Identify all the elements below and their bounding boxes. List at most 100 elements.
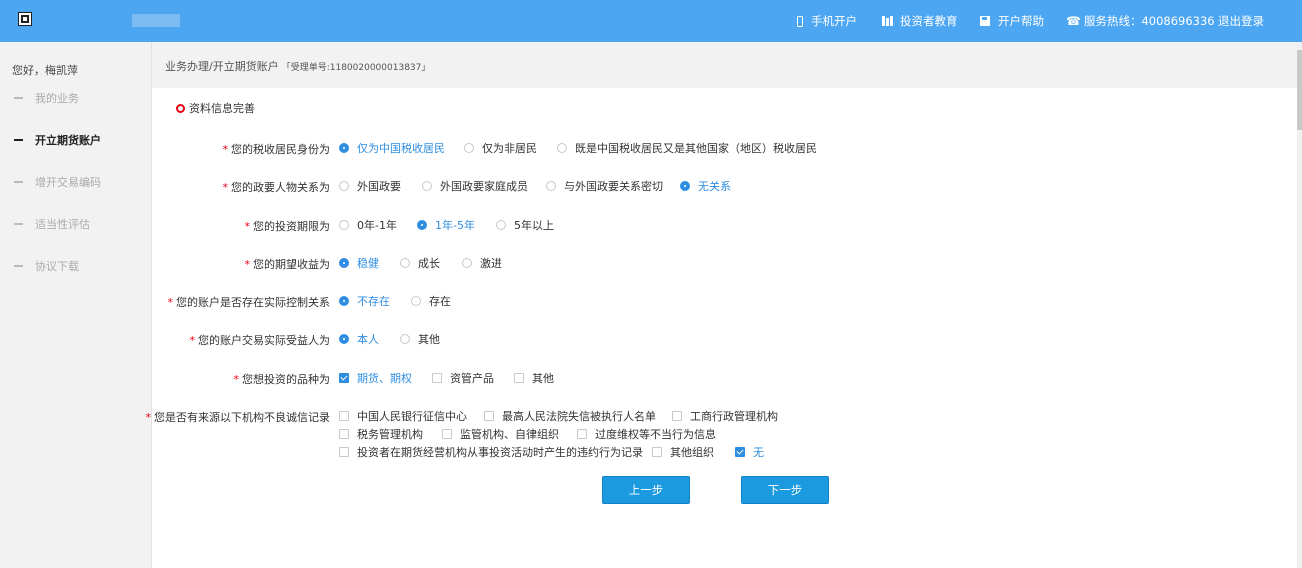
checkbox-icon[interactable] xyxy=(339,429,349,439)
checkbox-option[interactable]: 期货、期权 xyxy=(339,369,412,387)
scrollbar[interactable] xyxy=(1297,42,1302,568)
radio-icon[interactable] xyxy=(462,258,472,268)
radio-checked-icon[interactable] xyxy=(680,181,690,191)
checkbox-option[interactable]: 最高人民法院失信被执行人名单 xyxy=(484,407,656,425)
sidebar-item-trading-code[interactable]: 增开交易编码 xyxy=(14,174,101,190)
checkbox-icon[interactable] xyxy=(484,411,494,421)
required-mark: * xyxy=(244,258,251,271)
political-row: * 您的政要人物关系为 外国政要 外国政要家庭成员 与外国政要关系密切 无关系 xyxy=(152,177,1297,195)
sidebar-item-my-business[interactable]: 我的业务 xyxy=(14,90,79,106)
option-label: 0年-1年 xyxy=(357,219,397,232)
option-label: 其他 xyxy=(532,372,554,385)
checkbox-option[interactable]: 其他 xyxy=(514,369,554,387)
checkbox-icon[interactable] xyxy=(652,447,662,457)
nav-help-link[interactable]: 开户帮助 xyxy=(980,0,1044,42)
telephone-icon: ☎ xyxy=(1066,14,1081,28)
dash-icon xyxy=(14,97,23,99)
next-button[interactable]: 下一步 xyxy=(741,476,829,504)
checkbox-checked-icon[interactable] xyxy=(339,373,349,383)
tax-resident-row: * 您的税收居民身份为 仅为中国税收居民 仅为非居民 既是中国税收居民又是其他国家… xyxy=(152,139,1297,157)
radio-icon[interactable] xyxy=(496,220,506,230)
checkbox-icon[interactable] xyxy=(432,373,442,383)
option-label: 税务管理机构 xyxy=(357,428,423,441)
radio-option[interactable]: 既是中国税收居民又是其他国家（地区）税收居民 xyxy=(557,139,817,157)
beneficiary-label: 您的账户交易实际受益人为 xyxy=(198,334,330,347)
checkbox-option[interactable]: 其他组织 xyxy=(652,443,714,461)
prev-button[interactable]: 上一步 xyxy=(602,476,690,504)
nav-mobile-label: 手机开户 xyxy=(811,14,857,28)
breadcrumb-path: 业务办理/开立期货账户 xyxy=(165,60,279,73)
radio-option[interactable]: 1年-5年 xyxy=(417,216,475,234)
sidebar-item-open-account[interactable]: 开立期货账户 xyxy=(14,132,101,148)
checkbox-icon[interactable] xyxy=(577,429,587,439)
sidebar-item-label: 开立期货账户 xyxy=(35,134,101,147)
checkbox-option[interactable]: 过度维权等不当行为信息 xyxy=(577,425,716,443)
radio-icon[interactable] xyxy=(546,181,556,191)
radio-icon[interactable] xyxy=(400,334,410,344)
option-label: 资管产品 xyxy=(450,372,494,385)
radio-option[interactable]: 无关系 xyxy=(680,177,731,195)
radio-checked-icon[interactable] xyxy=(417,220,427,230)
required-mark: * xyxy=(244,220,251,233)
option-label: 工商行政管理机构 xyxy=(690,410,778,423)
radio-option[interactable]: 外国政要 xyxy=(339,177,401,195)
option-label: 成长 xyxy=(418,257,440,270)
field-label: * 您想投资的品种为 xyxy=(234,371,331,387)
dash-icon xyxy=(14,181,23,183)
sidebar-item-agreements[interactable]: 协议下载 xyxy=(14,258,79,274)
radio-option[interactable]: 5年以上 xyxy=(496,216,554,234)
records-label: 您是否有来源以下机构不良诚信记录 xyxy=(154,411,330,424)
radio-checked-icon[interactable] xyxy=(339,334,349,344)
term-row: * 您的投资期限为 0年-1年 1年-5年 5年以上 xyxy=(152,216,1297,234)
radio-icon[interactable] xyxy=(339,220,349,230)
checkbox-icon[interactable] xyxy=(672,411,682,421)
radio-option[interactable]: 外国政要家庭成员 xyxy=(422,177,528,195)
checkbox-option[interactable]: 税务管理机构 xyxy=(339,425,423,443)
required-mark: * xyxy=(233,373,240,386)
nav-education-link[interactable]: 投资者教育 xyxy=(882,0,958,42)
checkbox-option[interactable]: 投资者在期货经营机构从事投资活动时产生的违约行为记录 xyxy=(339,443,643,461)
scrollbar-thumb[interactable] xyxy=(1297,50,1302,130)
radio-icon[interactable] xyxy=(400,258,410,268)
checkbox-option[interactable]: 工商行政管理机构 xyxy=(672,407,778,425)
radio-checked-icon[interactable] xyxy=(339,258,349,268)
dash-icon xyxy=(14,139,23,141)
records-row-2: 税务管理机构 监管机构、自律组织 过度维权等不当行为信息 xyxy=(152,425,1297,443)
radio-option[interactable]: 仅为中国税收居民 xyxy=(339,139,445,157)
checkbox-checked-icon[interactable] xyxy=(735,447,745,457)
radio-icon[interactable] xyxy=(422,181,432,191)
radio-option[interactable]: 稳健 xyxy=(339,254,379,272)
checkbox-icon[interactable] xyxy=(339,447,349,457)
radio-option[interactable]: 不存在 xyxy=(339,292,390,310)
checkbox-option[interactable]: 资管产品 xyxy=(432,369,494,387)
radio-option[interactable]: 成长 xyxy=(400,254,440,272)
radio-option[interactable]: 0年-1年 xyxy=(339,216,397,234)
radio-option[interactable]: 其他 xyxy=(400,330,440,348)
radio-icon[interactable] xyxy=(339,181,349,191)
sidebar-item-suitability[interactable]: 适当性评估 xyxy=(14,216,90,232)
radio-option[interactable]: 本人 xyxy=(339,330,379,348)
section-title-text: 资料信息完善 xyxy=(189,102,255,115)
checkbox-option[interactable]: 监管机构、自律组织 xyxy=(442,425,559,443)
radio-option[interactable]: 激进 xyxy=(462,254,502,272)
dash-icon xyxy=(14,265,23,267)
radio-icon[interactable] xyxy=(411,296,421,306)
radio-option[interactable]: 与外国政要关系密切 xyxy=(546,177,663,195)
hotline-label: 服务热线：4008696336 xyxy=(1083,14,1215,28)
radio-checked-icon[interactable] xyxy=(339,296,349,306)
radio-icon[interactable] xyxy=(557,143,567,153)
radio-option[interactable]: 存在 xyxy=(411,292,451,310)
checkbox-option[interactable]: 中国人民银行征信中心 xyxy=(339,407,467,425)
circle-icon xyxy=(176,103,185,113)
checkbox-icon[interactable] xyxy=(339,411,349,421)
required-mark: * xyxy=(189,334,196,347)
radio-icon[interactable] xyxy=(464,143,474,153)
radio-option[interactable]: 仅为非居民 xyxy=(464,139,537,157)
nav-mobile-link[interactable]: 手机开户 xyxy=(797,0,857,42)
logout-link[interactable]: 退出登录 xyxy=(1218,0,1264,42)
checkbox-icon[interactable] xyxy=(514,373,524,383)
checkbox-icon[interactable] xyxy=(442,429,452,439)
radio-checked-icon[interactable] xyxy=(339,143,349,153)
checkbox-option[interactable]: 无 xyxy=(735,443,764,461)
logo-icon[interactable] xyxy=(18,12,32,26)
